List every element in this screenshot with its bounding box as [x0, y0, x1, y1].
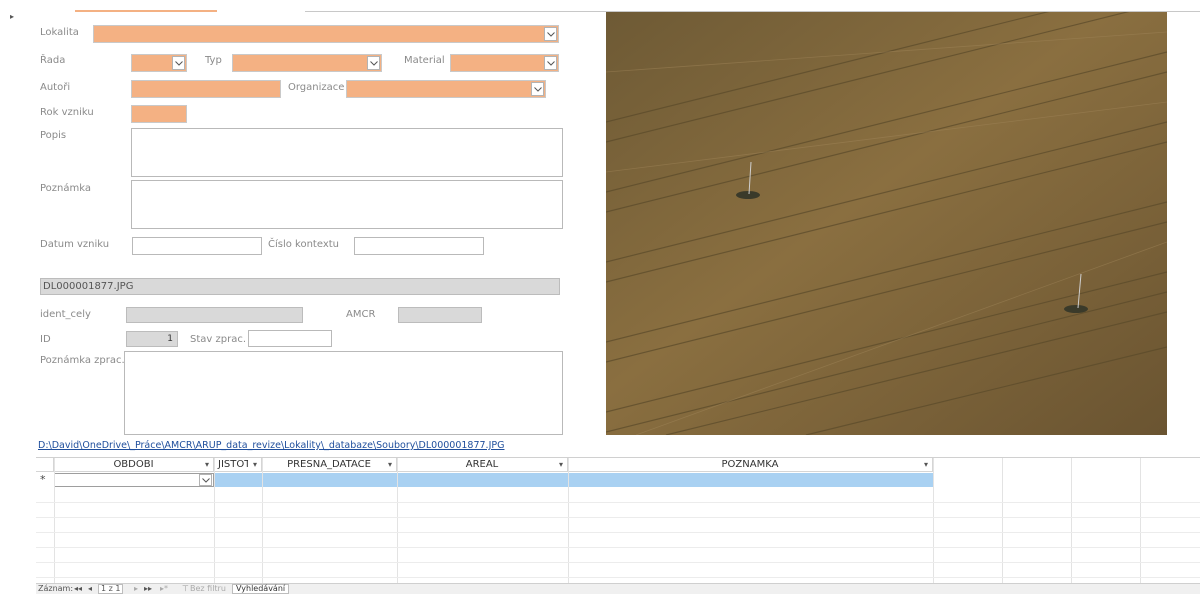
file-path-link[interactable]: D:\David\OneDrive\_Práce\AMCR\ARUP_data_… — [38, 440, 504, 451]
sort-arrow-icon[interactable]: ▾ — [924, 460, 928, 469]
sort-arrow-icon[interactable]: ▾ — [388, 460, 392, 469]
row-selector-header — [36, 458, 54, 472]
chevron-down-icon[interactable] — [367, 56, 380, 70]
organizace-label: Organizace — [288, 82, 345, 93]
poznamka-label: Poznámka — [40, 183, 91, 194]
rok-vzniku-field[interactable] — [131, 105, 187, 123]
popis-label: Popis — [40, 130, 67, 141]
active-tab-edge — [75, 10, 217, 12]
sort-arrow-icon[interactable]: ▾ — [559, 460, 563, 469]
poznamka-zprac-label: Poznámka zprac. — [40, 355, 125, 366]
aerial-photo — [606, 12, 1167, 435]
popis-textarea[interactable] — [131, 128, 563, 177]
autori-label: Autoři — [40, 82, 71, 93]
amcr-field — [398, 307, 482, 323]
column-header-jistota[interactable]: JISTOTA ▾ — [214, 458, 262, 472]
column-divider — [1140, 458, 1141, 584]
autori-field[interactable] — [131, 80, 281, 98]
column-divider — [1002, 458, 1003, 584]
column-divider — [262, 458, 263, 584]
column-divider — [54, 458, 55, 584]
row-divider — [36, 562, 1200, 563]
column-header-poznamka[interactable]: POZNAMKA ▾ — [568, 458, 933, 472]
stav-zprac-label: Stav zprac. — [190, 334, 247, 345]
datum-vzniku-label: Datum vzniku — [40, 239, 110, 250]
column-divider — [568, 458, 569, 584]
next-record-button[interactable]: ▸ — [134, 584, 138, 593]
material-combobox[interactable] — [450, 54, 559, 72]
typ-label: Typ — [205, 55, 222, 66]
chevron-down-icon[interactable] — [544, 27, 557, 41]
new-record-marker: * — [40, 473, 46, 486]
record-navigation-bar: Záznam: ◂◂ ◂ 1 z 1 ▸ ▸▸ ▸* ⊤ Bez filtru … — [36, 583, 1200, 594]
ident-cely-field — [126, 307, 303, 323]
new-record-button[interactable]: ▸* — [160, 584, 168, 593]
lokalita-combobox[interactable] — [93, 25, 559, 43]
material-label: Material — [404, 55, 445, 66]
lokalita-label: Lokalita — [40, 27, 79, 38]
filename-field: DL000001877.JPG — [40, 278, 560, 295]
cislo-kontextu-field[interactable] — [354, 237, 484, 255]
id-value: 1 — [167, 334, 173, 344]
sort-arrow-icon[interactable]: ▾ — [253, 460, 257, 469]
chevron-down-icon[interactable] — [544, 56, 557, 70]
column-divider — [1071, 458, 1072, 584]
previous-record-button[interactable]: ◂ — [88, 584, 92, 593]
poznamka-textarea[interactable] — [131, 180, 563, 229]
rada-label: Řada — [40, 55, 66, 66]
rada-combobox[interactable] — [131, 54, 187, 72]
column-divider — [397, 458, 398, 584]
filter-icon: ⊤ — [182, 584, 189, 593]
ident-cely-label: ident_cely — [40, 309, 91, 320]
poznamka-zprac-textarea[interactable] — [124, 351, 563, 435]
first-record-button[interactable]: ◂◂ — [74, 584, 82, 593]
column-divider — [933, 458, 934, 584]
column-header-label: AREAL — [465, 459, 499, 470]
row-divider — [36, 577, 1200, 578]
id-field: 1 — [126, 331, 178, 347]
row-divider — [36, 502, 1200, 503]
chevron-down-icon[interactable] — [172, 56, 185, 70]
new-record-row-selected[interactable] — [214, 473, 933, 487]
column-header-obdobi[interactable]: OBDOBI ▾ — [54, 458, 214, 472]
obdobi-new-cell[interactable] — [54, 473, 214, 487]
record-selector-arrow: ▸ — [10, 12, 15, 21]
filename-value: DL000001877.JPG — [43, 281, 134, 292]
column-header-label: JISTOTA — [218, 459, 248, 470]
last-record-button[interactable]: ▸▸ — [144, 584, 152, 593]
sort-arrow-icon[interactable]: ▾ — [205, 460, 209, 469]
rok-vzniku-label: Rok vzniku — [40, 107, 94, 118]
organizace-combobox[interactable] — [346, 80, 546, 98]
chevron-down-icon[interactable] — [531, 82, 544, 96]
row-divider — [36, 547, 1200, 548]
filter-status[interactable]: Bez filtru — [190, 584, 226, 593]
column-header-label: PRESNA_DATACE — [287, 459, 371, 470]
stav-zprac-field[interactable] — [248, 330, 332, 347]
record-label: Záznam: — [38, 584, 74, 593]
datasheet-grid[interactable]: OBDOBI ▾ JISTOTA ▾ PRESNA_DATACE ▾ AREAL… — [36, 457, 1200, 584]
column-divider — [214, 458, 215, 584]
id-label: ID — [40, 334, 51, 345]
cislo-kontextu-label: Číslo kontextu — [268, 239, 340, 250]
chevron-down-icon[interactable] — [199, 474, 212, 486]
column-header-areal[interactable]: AREAL ▾ — [397, 458, 568, 472]
column-header-presna-datace[interactable]: PRESNA_DATACE ▾ — [262, 458, 397, 472]
amcr-label: AMCR — [346, 309, 376, 320]
row-divider — [36, 517, 1200, 518]
row-divider — [36, 532, 1200, 533]
aerial-photo-image — [606, 12, 1167, 435]
column-header-label: OBDOBI — [113, 459, 154, 470]
column-header-label: POZNAMKA — [721, 459, 779, 470]
datum-vzniku-field[interactable] — [132, 237, 262, 255]
typ-combobox[interactable] — [232, 54, 382, 72]
